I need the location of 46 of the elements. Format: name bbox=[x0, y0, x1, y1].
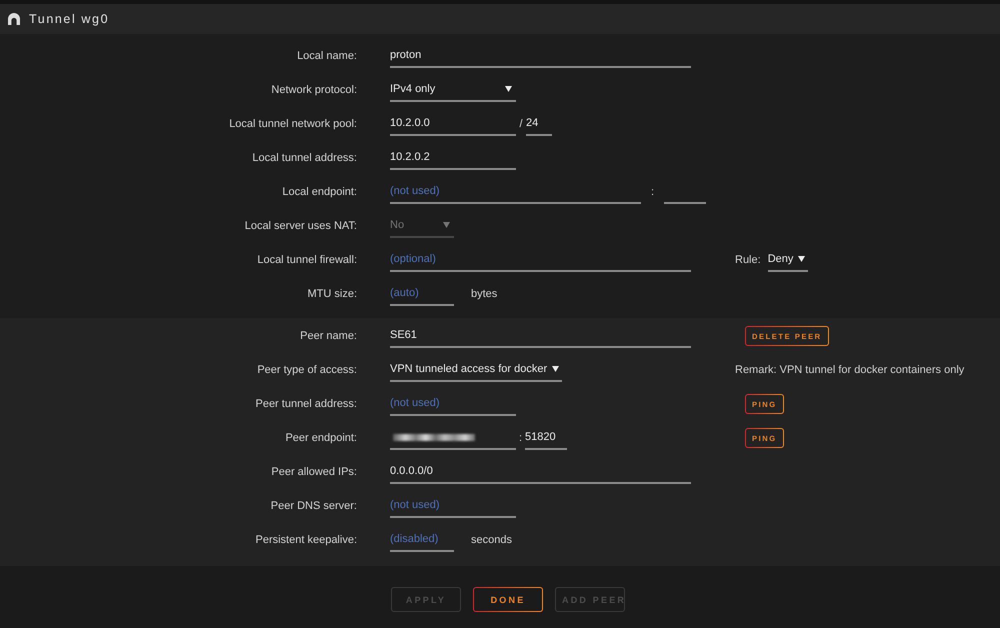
field-label: Local server uses NAT: bbox=[244, 220, 357, 232]
field-label: Local tunnel firewall: bbox=[257, 254, 357, 266]
dropdown-select[interactable]: Deny bbox=[768, 248, 808, 272]
unit-label: bytes bbox=[471, 288, 498, 300]
field-label: Network protocol: bbox=[271, 84, 357, 96]
dropdown-select[interactable]: IPv4 only bbox=[390, 78, 516, 102]
separator-label: / bbox=[518, 118, 524, 130]
field-label: Local tunnel address: bbox=[252, 152, 357, 164]
blurred-text-icon bbox=[393, 434, 475, 440]
input-field[interactable]: 24 bbox=[526, 112, 552, 136]
caret-icon bbox=[798, 256, 806, 262]
input-field[interactable]: (auto) bbox=[390, 282, 454, 306]
input-field[interactable]: (not used) bbox=[390, 494, 516, 518]
field-label: Peer name: bbox=[300, 330, 357, 342]
input-field[interactable]: 51820 bbox=[525, 426, 567, 450]
field-label: Persistent keepalive: bbox=[256, 534, 357, 546]
caret-icon bbox=[505, 86, 512, 92]
input-field[interactable]: (not used) bbox=[390, 392, 516, 416]
unit-label: seconds bbox=[471, 534, 512, 546]
footer-button[interactable]: DONE bbox=[473, 587, 543, 612]
field-label: Local name: bbox=[297, 50, 357, 62]
dropdown-select[interactable]: VPN tunneled access for docker bbox=[390, 358, 562, 382]
field-label: Local endpoint: bbox=[282, 186, 357, 198]
field-label: Peer endpoint: bbox=[285, 432, 357, 444]
caret-icon bbox=[552, 366, 560, 372]
tunnel-arch-icon bbox=[8, 13, 20, 25]
input-field[interactable]: 10.2.0.2 bbox=[390, 146, 516, 170]
input-field[interactable]: 0.0.0.0/0 bbox=[390, 460, 691, 484]
input-field[interactable]: (optional) bbox=[390, 248, 691, 272]
remark-text: Remark: VPN tunnel for docker containers only bbox=[735, 364, 964, 376]
caret-icon bbox=[443, 222, 450, 228]
separator-label: : bbox=[518, 432, 524, 444]
field-label: Local tunnel network pool: bbox=[229, 118, 357, 130]
input-field[interactable]: proton bbox=[390, 44, 691, 68]
field-label: Peer tunnel address: bbox=[255, 398, 357, 410]
input-field[interactable]: (not used) bbox=[390, 180, 641, 204]
input-field[interactable]: 10.2.0.0 bbox=[390, 112, 516, 136]
field-label: MTU size: bbox=[308, 288, 357, 300]
separator-label: : bbox=[650, 186, 656, 198]
input-field[interactable]: (disabled) bbox=[390, 528, 454, 552]
input-field[interactable]: SE61 bbox=[390, 324, 691, 348]
field-label: Peer allowed IPs: bbox=[271, 466, 357, 478]
field-label: Peer DNS server: bbox=[270, 500, 357, 512]
field-label: Peer type of access: bbox=[257, 364, 357, 376]
window-title: Tunnel wg0 bbox=[29, 12, 110, 26]
rule-label: Rule: bbox=[735, 254, 761, 266]
